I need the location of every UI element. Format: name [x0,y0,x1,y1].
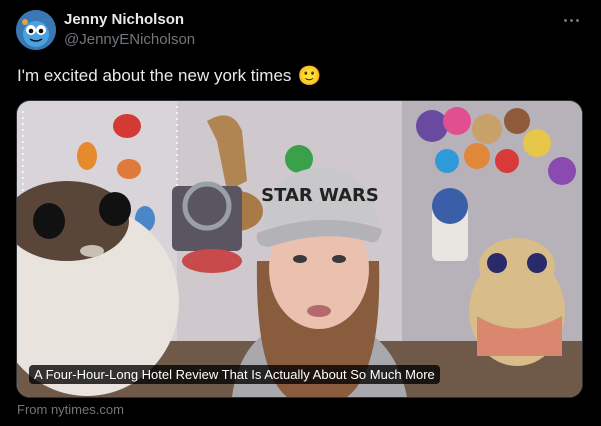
card-thumbnail-image: STAR WARS [17,101,582,397]
tweet-text-content: I'm excited about the new york times [17,66,292,85]
author-handle[interactable]: @JennyENicholson [64,31,195,48]
link-preview-card[interactable]: STAR WARS A Four-Hour-Long Hotel Review … [16,100,583,398]
card-source-link[interactable]: From nytimes.com [17,402,124,417]
smile-emoji-icon: 🙂 [297,65,322,87]
tweet-text: I'm excited about the new york times 🙂 [17,66,321,86]
more-options-icon[interactable] [561,12,581,28]
avatar-cartoon-icon [16,10,56,50]
author-display-name[interactable]: Jenny Nicholson [64,11,184,28]
avatar[interactable] [16,10,56,50]
card-headline[interactable]: A Four-Hour-Long Hotel Review That Is Ac… [29,365,440,384]
cap-logo-text: STAR WARS [261,185,379,206]
